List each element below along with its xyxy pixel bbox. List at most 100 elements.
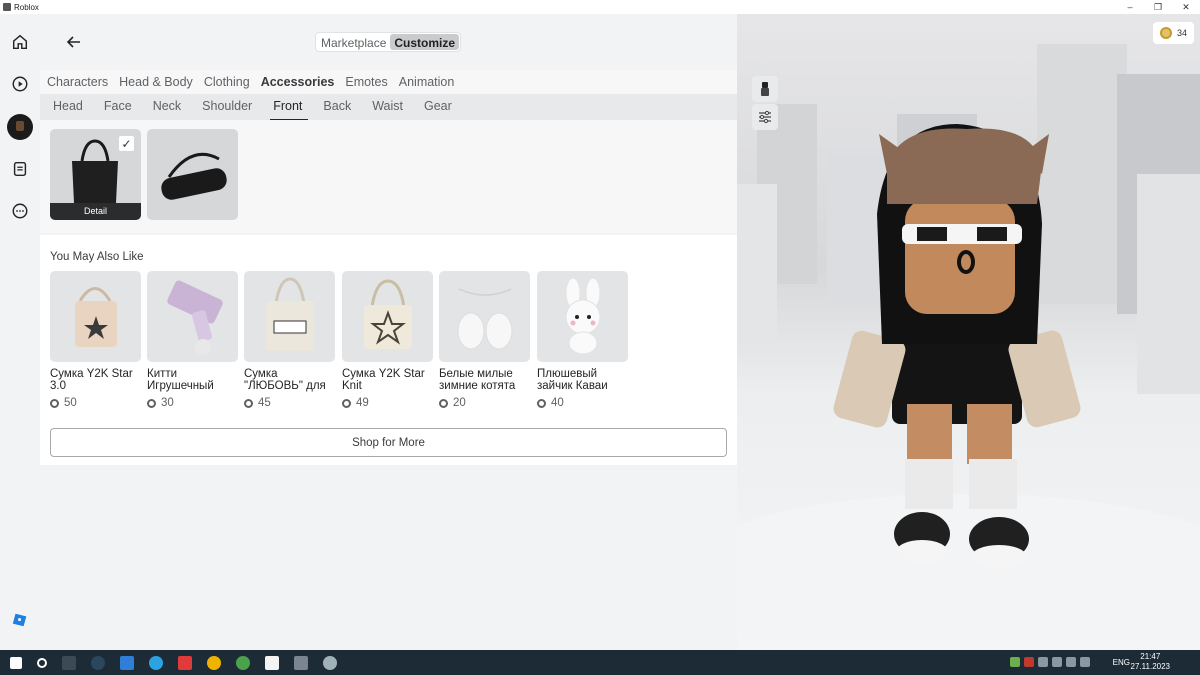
subtab-shoulder[interactable]: Shoulder: [202, 94, 252, 120]
file-icon[interactable]: [265, 655, 279, 670]
tab-head-body[interactable]: Head & Body: [119, 70, 193, 94]
clock-time: 21:47: [1140, 652, 1161, 661]
subtab-waist[interactable]: Waist: [372, 94, 403, 120]
tab-marketplace[interactable]: Marketplace: [317, 34, 390, 50]
subcategory-tabs: Head Face Neck Shoulder Front Back Waist…: [40, 94, 737, 121]
robux-icon: [147, 398, 156, 408]
taskbar-clock[interactable]: 21:47 27.11.2023: [1131, 652, 1170, 672]
recommendations-title: You May Also Like: [50, 251, 144, 263]
app-z-icon[interactable]: [120, 655, 134, 670]
tab-emotes[interactable]: Emotes: [345, 70, 387, 94]
tab-accessories[interactable]: Accessories: [261, 70, 335, 94]
feed-button[interactable]: [8, 157, 32, 181]
avatar-button[interactable]: [7, 114, 33, 140]
robux-balance-value: 34: [1176, 28, 1187, 38]
owned-item-card[interactable]: [147, 129, 238, 220]
sliders-icon: [759, 110, 771, 124]
item-thumbnail: [50, 271, 141, 362]
subtab-head[interactable]: Head: [53, 94, 83, 120]
maximize-button[interactable]: ❐: [1144, 0, 1172, 14]
subtab-face[interactable]: Face: [104, 94, 132, 120]
search-icon[interactable]: [37, 657, 47, 668]
play-button[interactable]: [8, 72, 32, 96]
item-name: Сумка "ЛЮБОВЬ" для: [244, 368, 326, 392]
roblox-studio-icon[interactable]: [323, 655, 337, 670]
recommended-item[interactable]: Сумка "ЛЮБОВЬ" для 45: [244, 271, 336, 409]
subtab-neck[interactable]: Neck: [153, 94, 181, 120]
tab-clothing[interactable]: Clothing: [204, 70, 250, 94]
item-thumbnail: [244, 271, 335, 362]
back-button[interactable]: [64, 32, 84, 52]
media-icon[interactable]: [178, 655, 192, 670]
more-button[interactable]: [8, 199, 32, 223]
item-thumbnail: [439, 271, 530, 362]
windows-start-icon[interactable]: [10, 656, 22, 669]
page-header: Marketplace Customize: [40, 14, 737, 70]
roblox-taskbar-icon[interactable]: [294, 655, 308, 670]
recommended-item[interactable]: Сумка Y2K Star 3.0 50: [50, 271, 142, 409]
tab-characters[interactable]: Characters: [47, 70, 108, 94]
tab-customize[interactable]: Customize: [390, 34, 460, 50]
subtab-gear[interactable]: Gear: [424, 94, 452, 120]
task-view-icon[interactable]: [62, 655, 76, 670]
recommended-item[interactable]: Китти Игрушечный 30: [147, 271, 239, 409]
love-bag-image: [266, 277, 314, 351]
avatar-thumb-icon: [761, 82, 769, 96]
subtab-front[interactable]: Front: [270, 94, 309, 121]
volume-icon[interactable]: [1066, 657, 1076, 667]
steam-icon[interactable]: [91, 655, 105, 670]
item-thumbnail: [342, 271, 433, 362]
equipped-check-icon[interactable]: ✓: [119, 136, 134, 151]
language-indicator[interactable]: ENG: [1113, 658, 1130, 667]
avatar-viewport[interactable]: 34: [737, 14, 1200, 650]
home-button[interactable]: [8, 30, 32, 54]
chrome-icon[interactable]: [207, 655, 221, 670]
shop-for-more-button[interactable]: Shop for More: [50, 428, 727, 457]
item-price: 49: [342, 397, 434, 409]
close-button[interactable]: ✕: [1172, 0, 1200, 14]
tray-app-icon[interactable]: [1024, 657, 1034, 667]
robux-icon: [342, 398, 351, 408]
price-value: 20: [453, 397, 466, 409]
item-price: 40: [537, 397, 629, 409]
camera-focus-button[interactable]: [752, 76, 778, 102]
item-price: 50: [50, 397, 142, 409]
owned-items: ✓ Detail: [40, 120, 737, 233]
subtab-back[interactable]: Back: [323, 94, 351, 120]
display-icon[interactable]: [1052, 657, 1062, 667]
item-thumbnail: [537, 271, 628, 362]
robux-balance[interactable]: 34: [1152, 22, 1194, 44]
recommendations-section: You May Also Like Сумка Y2K Star 3.0 50 …: [40, 235, 737, 465]
avatar-scene: [737, 44, 1200, 614]
mode-switch: Marketplace Customize: [315, 32, 462, 52]
item-name: Белые милые зимние котята: [439, 368, 516, 392]
minimize-button[interactable]: –: [1116, 0, 1144, 14]
home-icon: [12, 34, 28, 50]
duffel-bag-thumbnail: [161, 152, 227, 200]
network-icon[interactable]: [1038, 657, 1048, 667]
price-value: 49: [356, 397, 369, 409]
recommended-item[interactable]: Плюшевый зайчик Каваи 40: [537, 271, 629, 409]
play-icon: [12, 76, 28, 92]
roblox-app-icon: [3, 3, 11, 11]
recommended-item[interactable]: Белые милые зимние котята 20: [439, 271, 531, 409]
owned-item-card[interactable]: ✓ Detail: [50, 129, 141, 220]
nvidia-icon[interactable]: [1010, 657, 1020, 667]
robux-coin-icon: [1159, 27, 1172, 39]
window-controls: – ❐ ✕: [1116, 0, 1200, 14]
item-name: Китти Игрушечный: [147, 368, 214, 392]
price-value: 45: [258, 397, 271, 409]
system-tray: [1006, 657, 1090, 667]
battery-icon[interactable]: [1080, 657, 1090, 667]
tab-animation[interactable]: Animation: [399, 70, 455, 94]
xbox-icon[interactable]: [236, 655, 250, 670]
detail-button[interactable]: Detail: [50, 203, 141, 220]
robux-icon: [439, 398, 448, 408]
category-tabs: Characters Head & Body Clothing Accessor…: [40, 70, 737, 94]
recommended-item[interactable]: Сумка Y2K Star Knit 49: [342, 271, 434, 409]
telegram-icon[interactable]: [149, 655, 163, 670]
item-price: 45: [244, 397, 336, 409]
robux-icon: [537, 398, 546, 408]
settings-button[interactable]: [752, 104, 778, 130]
item-price: 30: [147, 397, 239, 409]
